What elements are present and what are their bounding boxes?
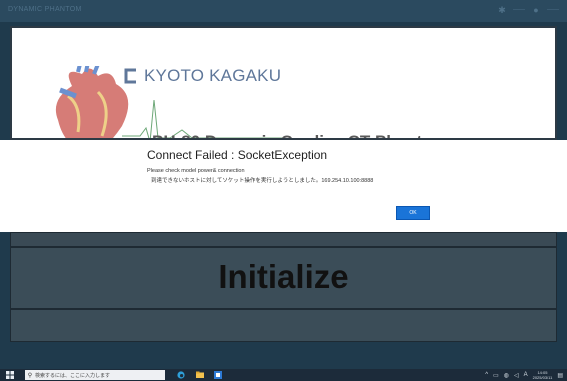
dialog-title: Connect Failed : SocketException [147,148,328,162]
bottom-panel [10,309,557,342]
separator-strip [10,232,557,247]
user-label[interactable]: —— [547,7,559,13]
settings-label[interactable]: —— [513,7,525,13]
initialize-label: Initialize [218,258,349,295]
taskbar-search[interactable]: ⚲ 検索するには、ここに入力します [25,370,165,380]
edge-browser-icon[interactable] [177,371,185,379]
initialize-panel[interactable]: Initialize [10,247,557,309]
search-icon: ⚲ [27,372,33,379]
phantom-app-icon[interactable] [214,371,222,379]
search-placeholder: 検索するには、ここに入力します [35,372,111,379]
clock[interactable]: 14:05 2025/03/11 [533,370,553,380]
overlay-fade [12,28,555,138]
ok-button[interactable]: OK [396,206,430,220]
clock-date: 2025/03/11 [532,375,553,380]
notification-icon[interactable]: ▤ [557,372,563,379]
user-icon[interactable]: ● [531,5,541,15]
title-bar-controls: ✱ —— ● —— [497,5,559,15]
taskbar: ⚲ 検索するには、ここに入力します ^ ▭ ◍ ◁ A 14:05 2025/0… [0,369,567,381]
chevron-up-icon[interactable]: ^ [485,372,488,378]
ime-indicator[interactable]: A [524,372,528,378]
battery-icon[interactable]: ▭ [493,372,499,379]
network-icon[interactable]: ◍ [504,372,509,379]
volume-icon[interactable]: ◁ [514,372,519,379]
title-bar: DYNAMIC PHANTOM ✱ —— ● —— [0,0,567,22]
app-title: DYNAMIC PHANTOM [8,6,82,13]
gear-icon[interactable]: ✱ [497,5,507,15]
header-panel: KYOTO KAGAKU PH-80 Dynamic Cardiac CT Ph… [10,26,557,140]
dialog-message-line2: 到達できないホストに対してソケット操作を実行しようとしました。169.254.1… [151,178,374,184]
windows-start-icon[interactable] [6,371,14,379]
system-tray: ^ ▭ ◍ ◁ A 14:05 2025/03/11 ▤ [485,369,563,381]
error-dialog: Connect Failed : SocketException Please … [0,140,567,232]
dialog-message-line1: Please check model power& connection [147,168,245,174]
file-explorer-icon[interactable] [196,371,204,379]
